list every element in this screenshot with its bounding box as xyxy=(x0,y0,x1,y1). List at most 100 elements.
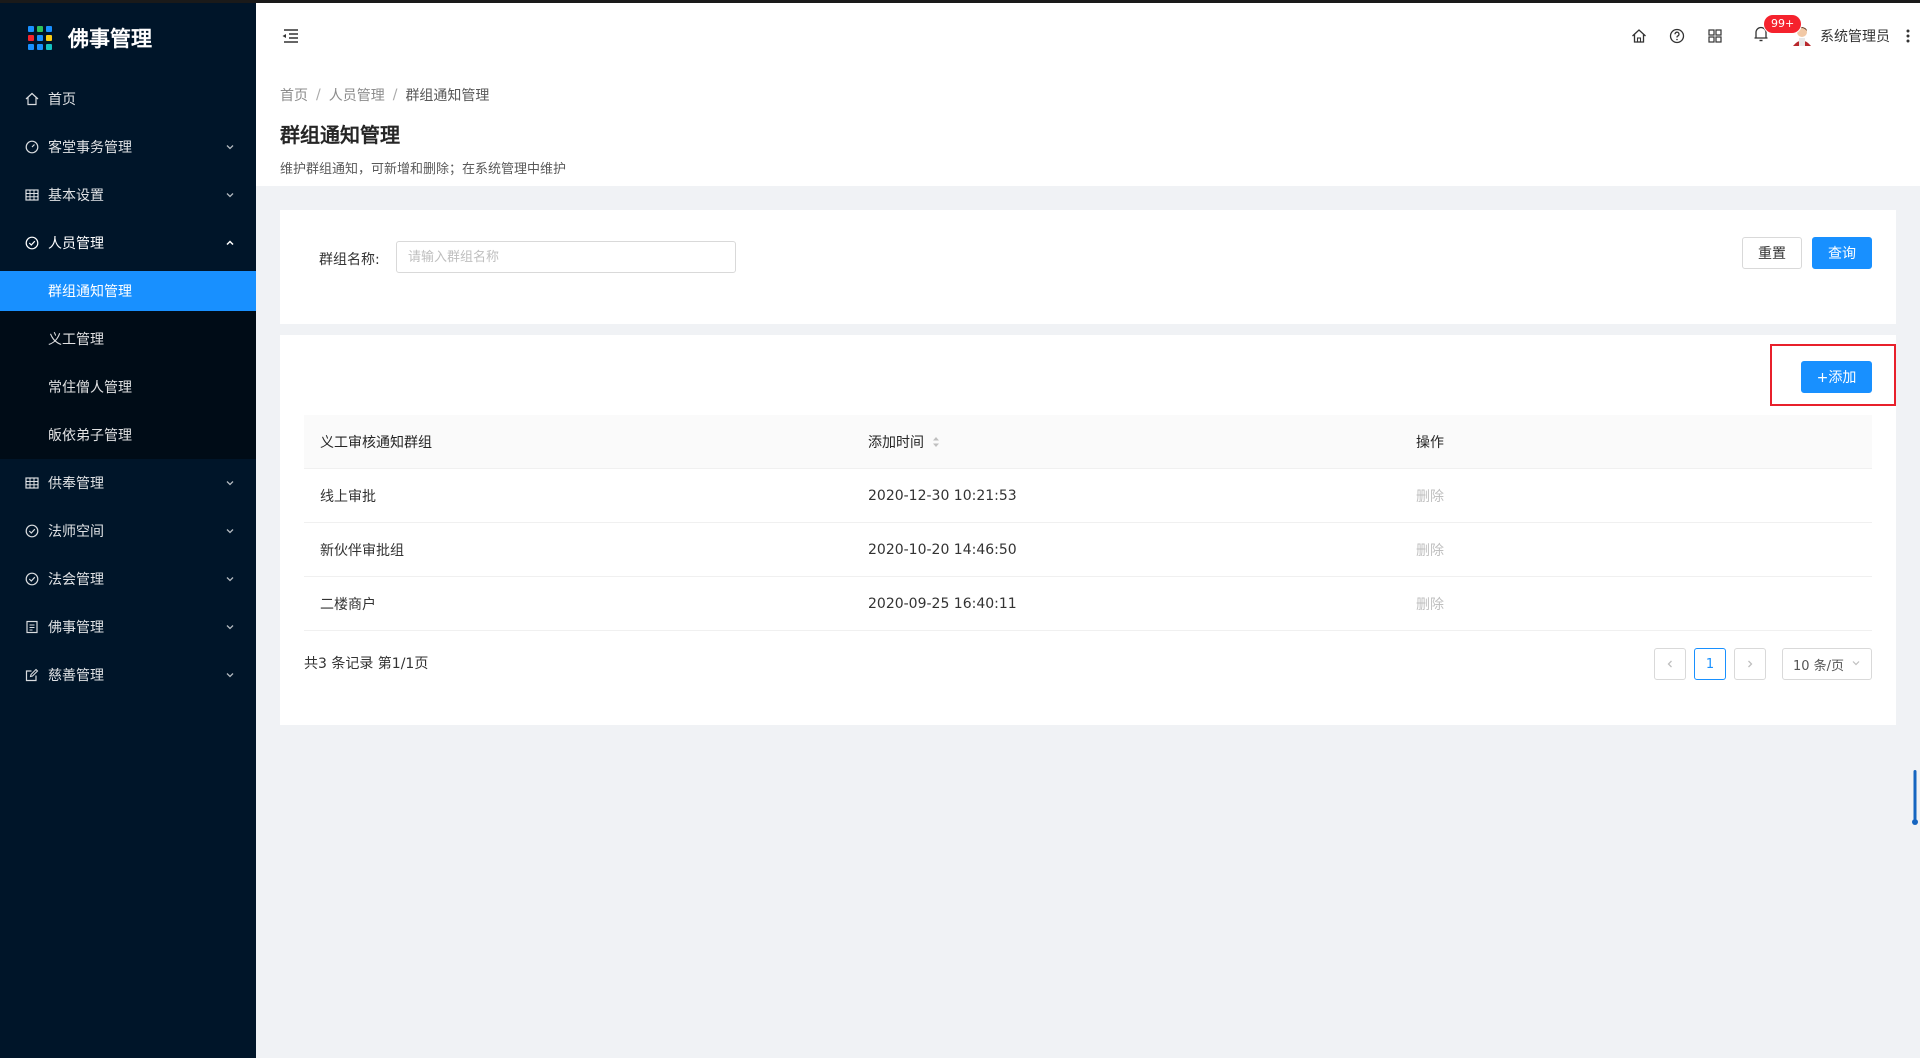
sidebar-item-label: 佛事管理 xyxy=(48,620,104,636)
page-header: 首页 / 人员管理 / 群组通知管理 群组通知管理 维护群组通知，可新增和删除；… xyxy=(256,68,1920,186)
logo-dot xyxy=(28,26,34,32)
next-page-button[interactable] xyxy=(1734,648,1766,680)
sidebar-item-volunteer[interactable]: 义工管理 xyxy=(0,315,256,363)
chevron-down-icon xyxy=(224,189,236,201)
table-row: 线上审批 2020-12-30 10:21:53 删除 xyxy=(304,469,1872,523)
chevron-right-icon xyxy=(1748,660,1753,668)
sidebar-item-label: 慈善管理 xyxy=(48,668,104,684)
pagination-summary: 共3 条记录 第1/1页 xyxy=(304,656,429,672)
column-header-time[interactable]: 添加时间 xyxy=(852,432,1400,452)
check-circle-icon xyxy=(24,235,40,251)
help-icon[interactable] xyxy=(1658,3,1696,68)
column-header-group: 义工审核通知群组 xyxy=(320,434,432,451)
chevron-down-icon xyxy=(224,477,236,489)
delete-link[interactable]: 删除 xyxy=(1416,540,1444,560)
chevron-down-icon xyxy=(224,621,236,633)
chevron-down-icon xyxy=(224,525,236,537)
user-menu[interactable]: 系统管理员 xyxy=(1790,23,1890,48)
table-row: 新伙伴审批组 2020-10-20 14:46:50 删除 xyxy=(304,523,1872,577)
sidebar-item-master-space[interactable]: 法师空间 xyxy=(0,507,256,555)
more-vertical-icon[interactable] xyxy=(1896,3,1920,68)
prev-page-button[interactable] xyxy=(1654,648,1686,680)
sidebar-item-resident-monk[interactable]: 常住僧人管理 xyxy=(0,363,256,411)
appstore-icon[interactable] xyxy=(1696,3,1734,68)
table-header: 义工审核通知群组 添加时间 操作 xyxy=(304,415,1872,469)
sidebar-item-label: 人员管理 xyxy=(48,236,104,252)
add-button[interactable]: +添加 xyxy=(1801,361,1872,393)
sort-icon[interactable] xyxy=(932,436,940,448)
sidebar-item-label: 客堂事务管理 xyxy=(48,140,132,156)
app-logo[interactable]: 佛事管理 xyxy=(0,3,256,73)
sidebar-item-buddhist-affairs[interactable]: 佛事管理 xyxy=(0,603,256,651)
group-name-cell: 新伙伴审批组 xyxy=(320,542,404,559)
chevron-down-icon xyxy=(1851,657,1861,672)
pagination: 1 10 条/页 xyxy=(1646,648,1872,680)
chevron-down-icon xyxy=(224,141,236,153)
page-description: 维护群组通知，可新增和删除；在系统管理中维护 xyxy=(280,162,567,177)
search-form: 群组名称: 重置 查询 xyxy=(280,210,1896,324)
breadcrumb-current: 群组通知管理 xyxy=(405,88,490,104)
group-name-input[interactable] xyxy=(396,241,736,273)
sidebar-item-basic-settings[interactable]: 基本设置 xyxy=(0,171,256,219)
chevron-down-icon xyxy=(224,669,236,681)
table-icon xyxy=(24,187,40,203)
sidebar-item-dharma-assembly[interactable]: 法会管理 xyxy=(0,555,256,603)
apps-grid-icon xyxy=(28,26,52,50)
table-row: 二楼商户 2020-09-25 16:40:11 删除 xyxy=(304,577,1872,631)
notification-bell[interactable]: 99+ xyxy=(1742,3,1802,68)
home-icon[interactable] xyxy=(1620,3,1658,68)
sidebar-item-hall-affairs[interactable]: 客堂事务管理 xyxy=(0,123,256,171)
home-icon xyxy=(24,91,40,107)
time-cell: 2020-12-30 10:21:53 xyxy=(868,487,1017,504)
breadcrumb-personnel[interactable]: 人员管理 xyxy=(329,85,385,105)
breadcrumb-separator: / xyxy=(392,87,398,103)
scroll-handle[interactable] xyxy=(1912,770,1918,826)
sidebar: 佛事管理 首页 客堂事务管理 基本设置 人员管理 群组通知管理 义工管理 常住僧… xyxy=(0,0,256,1058)
form-icon xyxy=(24,667,40,683)
group-name-cell: 线上审批 xyxy=(320,488,376,505)
profile-icon xyxy=(24,619,40,635)
sidebar-item-label: 首页 xyxy=(48,92,76,108)
group-table: 义工审核通知群组 添加时间 操作 线上审批 2020-12-30 10:21:5… xyxy=(304,415,1872,631)
reset-button[interactable]: 重置 xyxy=(1742,237,1802,269)
breadcrumb-separator: / xyxy=(316,87,321,103)
check-circle-icon xyxy=(24,523,40,539)
sidebar-item-label: 皈依弟子管理 xyxy=(48,428,132,444)
sidebar-item-disciple[interactable]: 皈依弟子管理 xyxy=(0,411,256,459)
sidebar-item-group-notify[interactable]: 群组通知管理 xyxy=(0,271,256,311)
menu-fold-icon[interactable] xyxy=(280,27,300,45)
table-card: +添加 义工审核通知群组 添加时间 操作 线上审批 2020-12-30 10:… xyxy=(280,335,1896,725)
page-size-select[interactable]: 10 条/页 xyxy=(1782,648,1872,680)
group-name-label: 群组名称: xyxy=(319,252,380,268)
logo-dot xyxy=(37,35,43,41)
breadcrumb-home[interactable]: 首页 xyxy=(280,85,308,105)
breadcrumb: 首页 / 人员管理 / 群组通知管理 xyxy=(280,85,1896,105)
sidebar-item-label: 基本设置 xyxy=(48,188,104,204)
top-header: 99+ 系统管理员 xyxy=(256,0,1920,68)
header-actions: 99+ 系统管理员 xyxy=(1620,3,1920,68)
query-button[interactable]: 查询 xyxy=(1812,237,1872,269)
group-name-cell: 二楼商户 xyxy=(320,596,376,613)
sidebar-item-label: 义工管理 xyxy=(48,332,104,348)
logo-dot xyxy=(46,26,52,32)
logo-dot xyxy=(46,35,52,41)
notification-badge: 99+ xyxy=(1764,15,1802,33)
column-header-action: 操作 xyxy=(1416,434,1444,451)
sidebar-item-label: 供奉管理 xyxy=(48,476,104,492)
sidebar-item-label: 法师空间 xyxy=(48,524,104,540)
logo-dot xyxy=(28,35,34,41)
personnel-submenu: 群组通知管理 义工管理 常住僧人管理 皈依弟子管理 xyxy=(0,271,256,459)
page-number-button[interactable]: 1 xyxy=(1694,648,1726,680)
chevron-down-icon xyxy=(224,573,236,585)
delete-link[interactable]: 删除 xyxy=(1416,486,1444,506)
time-cell: 2020-09-25 16:40:11 xyxy=(868,595,1017,612)
delete-link[interactable]: 删除 xyxy=(1416,594,1444,614)
sidebar-item-label: 法会管理 xyxy=(48,572,104,588)
page-size-value: 10 条/页 xyxy=(1793,658,1845,674)
sidebar-item-home[interactable]: 首页 xyxy=(0,75,256,123)
sidebar-item-charity[interactable]: 慈善管理 xyxy=(0,651,256,699)
logo-dot xyxy=(28,44,34,50)
sidebar-item-offering[interactable]: 供奉管理 xyxy=(0,459,256,507)
dashboard-icon xyxy=(24,139,40,155)
sidebar-item-personnel[interactable]: 人员管理 xyxy=(0,219,256,267)
